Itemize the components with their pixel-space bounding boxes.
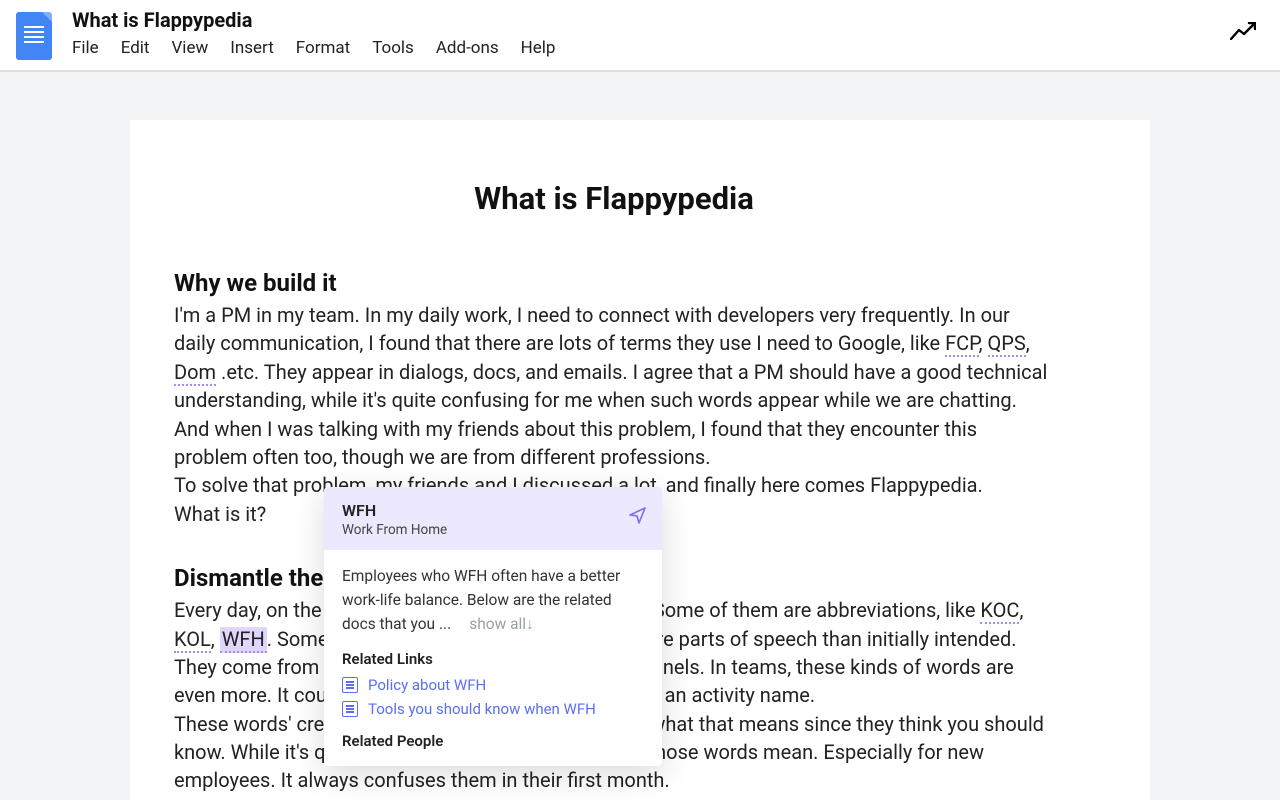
popup-expansion: Work From Home bbox=[342, 522, 644, 538]
menu-tools[interactable]: Tools bbox=[372, 38, 414, 58]
link-text: Tools you should know when WFH bbox=[368, 700, 596, 718]
paragraph: I'm a PM in my team. In my daily work, I… bbox=[174, 301, 1054, 471]
term-kol[interactable]: KOL bbox=[174, 627, 211, 653]
popup-header: WFH Work From Home bbox=[324, 487, 662, 550]
docs-logo-icon[interactable] bbox=[16, 12, 52, 60]
related-people-heading: Related People bbox=[342, 732, 644, 750]
link-text: Policy about WFH bbox=[368, 676, 486, 694]
text: I'm a PM in my team. In my daily work, I… bbox=[174, 303, 1010, 355]
term-qps[interactable]: QPS bbox=[988, 331, 1026, 357]
term-dom[interactable]: Dom bbox=[174, 360, 216, 386]
popup-description: Employees who WFH often have a better wo… bbox=[342, 564, 644, 636]
term-koc[interactable]: KOC bbox=[980, 598, 1019, 624]
menu-view[interactable]: View bbox=[171, 38, 208, 58]
text: , bbox=[1026, 331, 1030, 355]
menu-help[interactable]: Help bbox=[521, 38, 556, 58]
doc-heading-1: What is Flappypedia bbox=[174, 180, 1054, 217]
menu-insert[interactable]: Insert bbox=[230, 38, 274, 58]
menu-file[interactable]: File bbox=[72, 38, 99, 58]
menu-edit[interactable]: Edit bbox=[121, 38, 150, 58]
related-link[interactable]: Policy about WFH bbox=[342, 676, 644, 694]
send-icon[interactable] bbox=[628, 505, 648, 529]
document-title[interactable]: What is Flappypedia bbox=[72, 8, 1264, 32]
term-wfh-highlighted[interactable]: WFH bbox=[220, 627, 267, 653]
term-fcp[interactable]: FCP bbox=[945, 331, 979, 357]
text: , bbox=[1019, 598, 1023, 622]
section-heading-why: Why we build it bbox=[174, 269, 1054, 297]
trending-up-icon[interactable] bbox=[1230, 22, 1256, 44]
show-all-button[interactable]: show all↓ bbox=[469, 615, 534, 633]
document-icon bbox=[342, 701, 358, 717]
popup-abbreviation: WFH bbox=[342, 501, 644, 520]
term-definition-popup: WFH Work From Home Employees who WFH oft… bbox=[324, 487, 662, 766]
title-area: What is Flappypedia File Edit View Inser… bbox=[72, 8, 1264, 58]
text: , bbox=[211, 627, 220, 651]
menu-addons[interactable]: Add-ons bbox=[436, 38, 499, 58]
related-link[interactable]: Tools you should know when WFH bbox=[342, 700, 644, 718]
text: .etc. They appear in dialogs, docs, and … bbox=[174, 360, 1047, 469]
popup-body: Employees who WFH often have a better wo… bbox=[324, 550, 662, 766]
app-header: What is Flappypedia File Edit View Inser… bbox=[0, 0, 1280, 71]
document-icon bbox=[342, 677, 358, 693]
menu-format[interactable]: Format bbox=[296, 38, 350, 58]
menu-bar: File Edit View Insert Format Tools Add-o… bbox=[72, 38, 1264, 58]
related-links-heading: Related Links bbox=[342, 650, 644, 668]
text: , bbox=[979, 331, 988, 355]
